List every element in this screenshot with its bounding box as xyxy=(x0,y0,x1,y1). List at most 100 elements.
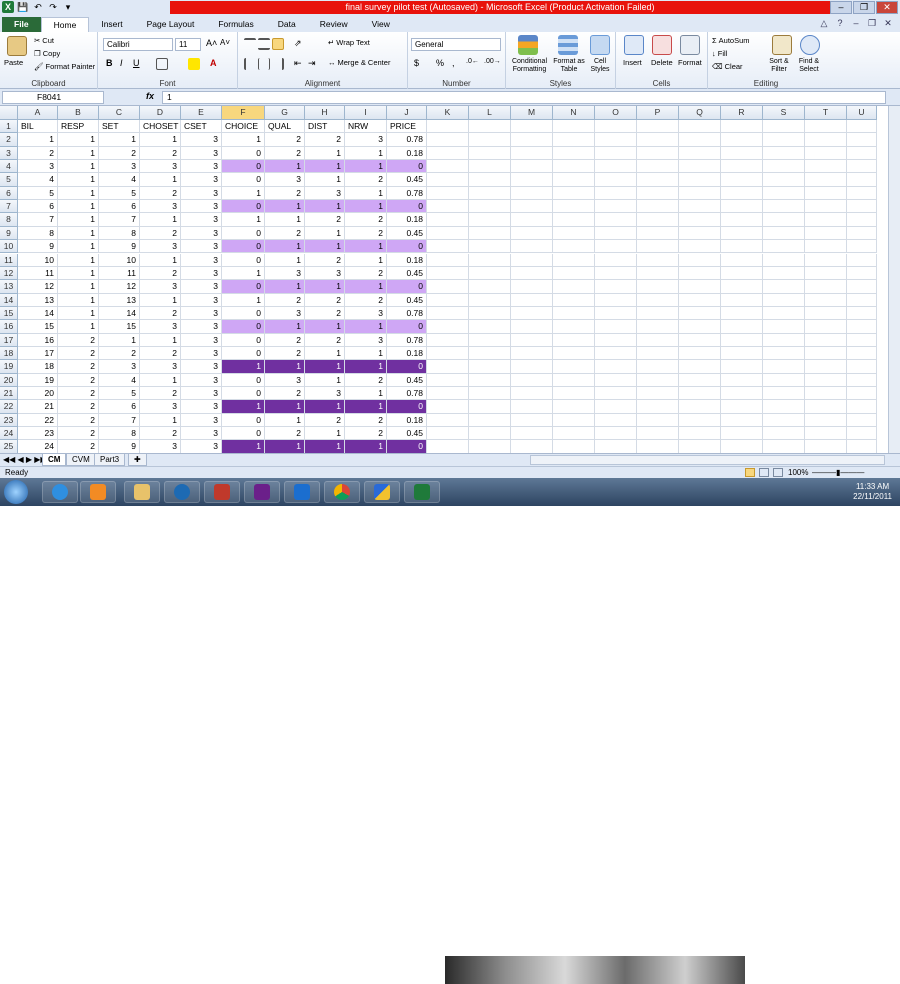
cell[interactable]: 1 xyxy=(222,293,265,307)
decrease-indent-icon[interactable]: ⇤ xyxy=(294,58,302,69)
broadband-icon[interactable] xyxy=(284,481,320,503)
cell[interactable]: 2 xyxy=(265,133,305,147)
cell[interactable] xyxy=(637,226,679,241)
cell[interactable]: 5 xyxy=(18,186,58,201)
cell[interactable]: 3 xyxy=(181,320,222,334)
row-header[interactable]: 2 xyxy=(0,133,18,147)
cell[interactable]: 1 xyxy=(345,146,387,161)
cell[interactable]: 1 xyxy=(265,400,305,414)
cell[interactable]: 3 xyxy=(140,200,181,214)
cell[interactable] xyxy=(721,120,763,134)
cell[interactable] xyxy=(553,280,595,294)
cell[interactable] xyxy=(595,346,637,361)
cell[interactable] xyxy=(721,440,763,453)
cell[interactable]: QUAL xyxy=(265,120,305,134)
cell[interactable] xyxy=(469,320,511,334)
autosum-button[interactable]: Σ AutoSum xyxy=(712,36,750,45)
cell[interactable]: 2 xyxy=(345,266,387,281)
cell[interactable] xyxy=(427,346,469,361)
cell[interactable]: 1 xyxy=(58,266,99,281)
cell[interactable]: 3 xyxy=(181,280,222,294)
cell[interactable]: 0 xyxy=(222,427,265,441)
start-button-icon[interactable] xyxy=(4,480,28,504)
cell[interactable]: 3 xyxy=(181,226,222,241)
increase-indent-icon[interactable]: ⇥ xyxy=(308,58,316,69)
cell[interactable]: 2 xyxy=(345,293,387,307)
cell[interactable] xyxy=(847,346,877,361)
find-select-button[interactable]: Find & Select xyxy=(794,58,824,74)
cell[interactable] xyxy=(847,186,877,201)
cell[interactable] xyxy=(427,440,469,453)
cell[interactable] xyxy=(637,306,679,321)
cell-styles-button[interactable]: Cell Styles xyxy=(586,58,614,74)
cell[interactable]: 8 xyxy=(18,226,58,241)
cell[interactable]: 2 xyxy=(265,427,305,441)
cell[interactable]: 1 xyxy=(140,413,181,428)
column-header[interactable]: L xyxy=(469,106,511,120)
cell[interactable] xyxy=(721,160,763,174)
row-header[interactable]: 4 xyxy=(0,160,18,174)
cell[interactable]: 1 xyxy=(58,253,99,267)
cell[interactable]: 3 xyxy=(181,266,222,281)
cell[interactable] xyxy=(511,413,553,428)
cell[interactable] xyxy=(847,173,877,187)
cell[interactable] xyxy=(763,293,805,307)
cell[interactable]: 0 xyxy=(387,320,427,334)
cell[interactable]: 3 xyxy=(265,173,305,187)
cell[interactable]: 2 xyxy=(305,253,345,267)
cell[interactable] xyxy=(721,133,763,147)
cell[interactable] xyxy=(637,360,679,374)
cell[interactable]: 2 xyxy=(265,293,305,307)
cell[interactable]: 2 xyxy=(140,346,181,361)
workbook-close-icon[interactable]: ✕ xyxy=(882,17,894,29)
cell[interactable]: 2 xyxy=(18,146,58,161)
cell[interactable] xyxy=(847,440,877,453)
cell[interactable] xyxy=(637,427,679,441)
cell[interactable]: 0.45 xyxy=(387,266,427,281)
cell[interactable] xyxy=(721,213,763,227)
cell[interactable] xyxy=(427,146,469,161)
cell[interactable] xyxy=(805,120,847,134)
cell[interactable] xyxy=(427,173,469,187)
cell[interactable]: 1 xyxy=(58,160,99,174)
cell[interactable]: 1 xyxy=(345,160,387,174)
cell[interactable]: 2 xyxy=(345,213,387,227)
cell[interactable]: 1 xyxy=(305,373,345,387)
cell[interactable] xyxy=(553,387,595,401)
cell[interactable] xyxy=(595,146,637,161)
cell[interactable]: 3 xyxy=(305,186,345,201)
cell[interactable]: 1 xyxy=(265,200,305,214)
cell[interactable]: 3 xyxy=(181,400,222,414)
cell[interactable] xyxy=(469,133,511,147)
cell[interactable]: 18 xyxy=(18,360,58,374)
cell[interactable] xyxy=(511,226,553,241)
cell[interactable] xyxy=(469,293,511,307)
cell[interactable] xyxy=(427,213,469,227)
row-header[interactable]: 1 xyxy=(0,120,18,134)
cell[interactable] xyxy=(847,360,877,374)
cell[interactable] xyxy=(805,360,847,374)
cell[interactable] xyxy=(553,293,595,307)
cell[interactable] xyxy=(805,133,847,147)
row-header[interactable]: 21 xyxy=(0,387,18,401)
sort-filter-button[interactable]: Sort & Filter xyxy=(764,58,794,74)
cell[interactable]: 1 xyxy=(345,253,387,267)
cell[interactable]: 7 xyxy=(99,213,140,227)
cell[interactable] xyxy=(721,266,763,281)
cell[interactable]: 0.18 xyxy=(387,346,427,361)
cell[interactable]: 4 xyxy=(99,173,140,187)
row-header[interactable]: 15 xyxy=(0,306,18,321)
row-header[interactable]: 9 xyxy=(0,226,18,241)
cell[interactable]: 3 xyxy=(140,280,181,294)
cell[interactable] xyxy=(805,400,847,414)
cell[interactable]: CHOICE xyxy=(222,120,265,134)
cell[interactable] xyxy=(679,346,721,361)
cell[interactable] xyxy=(427,387,469,401)
cell[interactable] xyxy=(679,280,721,294)
cell[interactable] xyxy=(637,320,679,334)
select-all-corner[interactable] xyxy=(0,106,18,120)
cell[interactable] xyxy=(553,440,595,453)
cell[interactable] xyxy=(595,200,637,214)
worksheet-grid[interactable]: ABCDEFGHIJKLMNOPQRSTU 1 BIL RESP SET CHOSET C… xyxy=(0,106,900,453)
row-header[interactable]: 17 xyxy=(0,333,18,347)
